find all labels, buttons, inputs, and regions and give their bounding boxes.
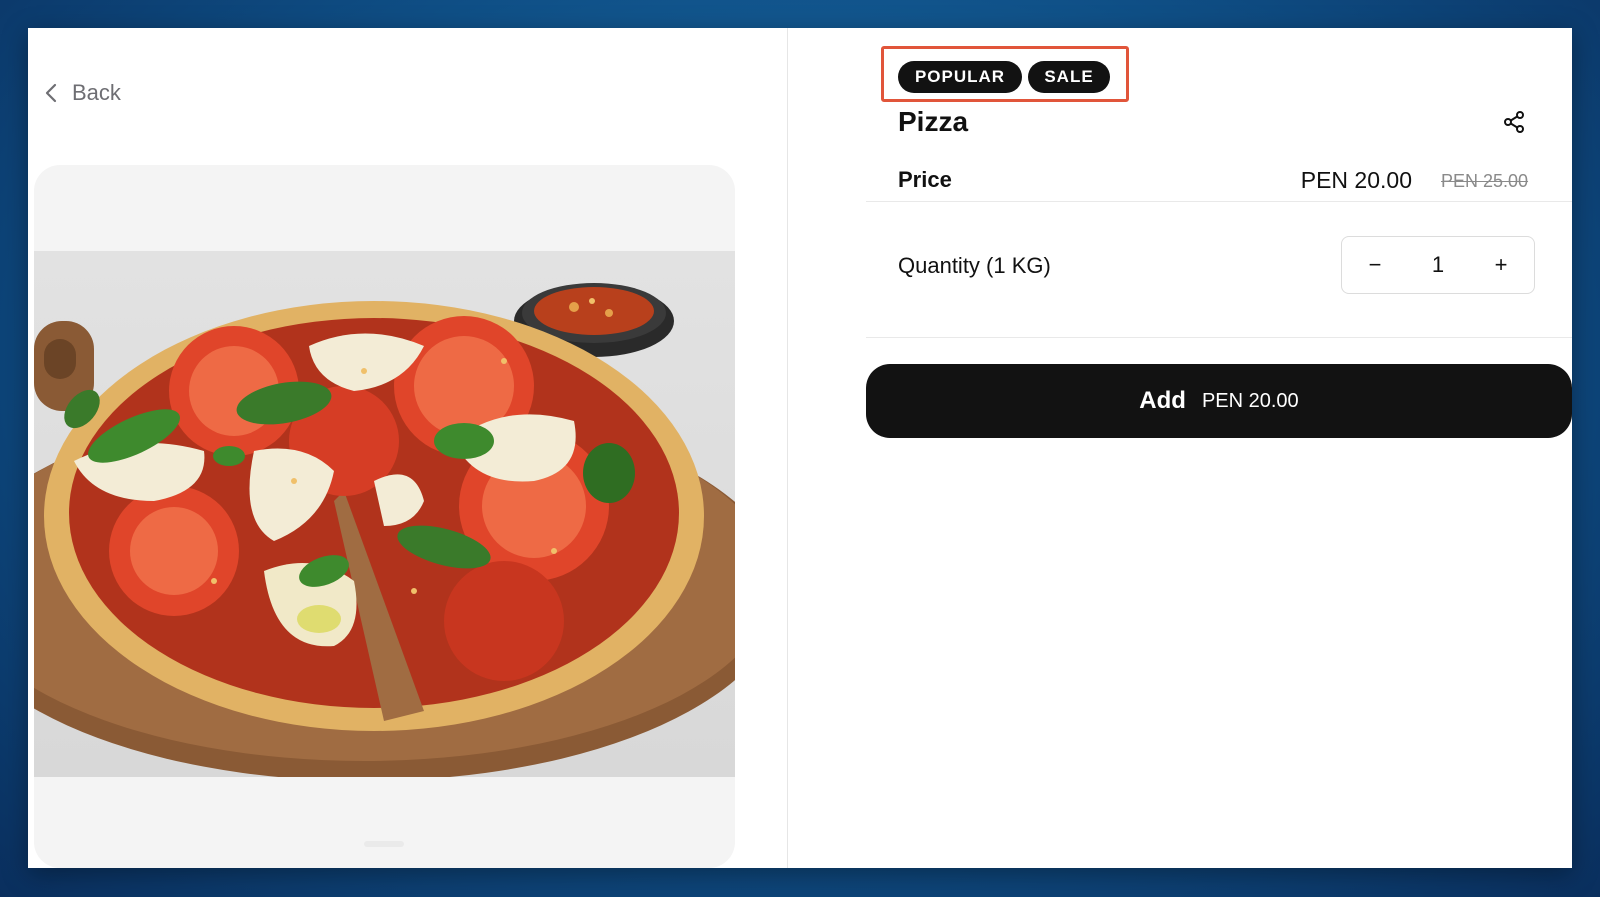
quantity-value: 1	[1431, 252, 1445, 277]
add-button-label: Add	[1139, 387, 1186, 414]
carousel-indicator[interactable]	[364, 841, 404, 847]
decrement-button[interactable]: −	[1362, 252, 1388, 278]
original-price: PEN 25.00	[1441, 171, 1529, 191]
pizza-image	[34, 251, 735, 777]
share-button[interactable]	[1502, 110, 1526, 134]
divider	[866, 337, 1572, 338]
quantity-label: Quantity (1 KG)	[898, 253, 1051, 278]
quantity-stepper: − 1 +	[1341, 236, 1535, 294]
product-details-panel: POPULAR SALE Pizza Price PEN 20.00 PEN 2…	[788, 28, 1572, 868]
current-price: PEN 20.00	[1300, 167, 1412, 193]
increment-button[interactable]: +	[1488, 252, 1514, 278]
product-title: Pizza	[898, 106, 969, 137]
product-image-carousel[interactable]	[34, 165, 735, 868]
app-window: Back POPULAR SALE Pizza Price PEN 20.00 …	[28, 28, 1572, 868]
add-button-amount: PEN 20.00	[1201, 389, 1299, 412]
add-to-cart-button[interactable]: Add PEN 20.00	[866, 364, 1572, 438]
popular-badge: POPULAR	[898, 61, 1022, 93]
back-link[interactable]: Back	[44, 78, 121, 108]
chevron-left-icon	[45, 83, 57, 103]
sale-badge: SALE	[1028, 61, 1110, 93]
share-icon	[1504, 111, 1524, 133]
divider	[866, 201, 1572, 202]
back-label: Back	[72, 80, 121, 105]
price-label: Price	[898, 167, 952, 192]
media-panel: Back	[28, 28, 788, 868]
